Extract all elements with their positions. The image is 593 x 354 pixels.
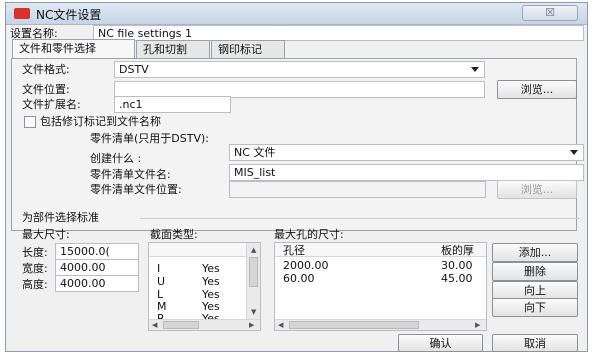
profile-type-label: 截面类型: (150, 228, 198, 241)
length-label: 长度: (22, 246, 48, 259)
part-list-location-browse-button[interactable]: 浏览... (497, 180, 577, 199)
part-list-filename-field[interactable]: MIS_list (229, 164, 584, 181)
file-location-label: 文件位置: (22, 83, 70, 96)
window-title: NC文件设置 (36, 8, 102, 22)
criteria-header: 为部件选择标准 (22, 211, 99, 224)
max-size-label: 最大尺寸: (22, 228, 70, 241)
part-list-filename-label: 零件清单文件名: (90, 168, 171, 181)
max-hole-size-label: 最大孔的尺寸: (274, 228, 344, 241)
height-label: 高度: (22, 278, 48, 291)
tab-holes-and-cuts[interactable]: 孔和切割 (136, 40, 210, 58)
chevron-down-icon (570, 150, 578, 155)
hole-horizontal-scrollbar[interactable]: ◀ ▶ (275, 319, 486, 330)
column-header-diameter: 孔径 (283, 244, 305, 257)
profile-list-header (149, 243, 246, 257)
width-label: 宽度: (22, 262, 48, 275)
create-what-value: NC 文件 (234, 146, 276, 159)
file-location-browse-button[interactable]: 浏览... (497, 80, 577, 99)
hole-table-header: 孔径 板的厚 (275, 243, 486, 257)
scroll-right-arrow-icon[interactable]: ▶ (475, 321, 480, 329)
part-list-header: 零件清单(只用于DSTV): (90, 132, 209, 145)
tab-files-and-parts[interactable]: 文件和零件选择 (12, 39, 135, 59)
create-what-label: 创建什么 : (90, 152, 142, 165)
scrollbar-thumb[interactable] (289, 321, 419, 329)
profile-type: I (157, 262, 161, 275)
hole-thickness: 45.00 (441, 272, 473, 285)
delete-hole-button[interactable]: 删除 (492, 262, 578, 281)
scroll-right-arrow-icon[interactable]: ▶ (249, 321, 254, 329)
file-format-label: 文件格式: (22, 63, 70, 76)
profile-value: Yes (202, 262, 220, 275)
include-revision-checkbox[interactable] (24, 116, 36, 128)
part-list-location-label: 零件清单文件位置: (90, 183, 182, 196)
move-down-button[interactable]: 向下 (492, 298, 578, 317)
column-header-thickness: 板的厚 (441, 244, 474, 257)
add-hole-button[interactable]: 添加... (492, 243, 578, 262)
close-button[interactable]: ☒ (522, 5, 578, 21)
settings-name-field[interactable]: NC file settings 1 (93, 25, 584, 41)
profile-horizontal-scrollbar[interactable]: ◀ ▶ (149, 319, 260, 330)
hole-thickness: 30.00 (441, 259, 473, 272)
criteria-divider (140, 218, 580, 219)
profile-value: Yes (202, 275, 220, 288)
cancel-button[interactable]: 取消 (492, 334, 578, 352)
tab-hard-stamp[interactable]: 钢印标记 (211, 40, 285, 58)
hole-diameter: 2000.00 (283, 259, 329, 272)
scroll-left-arrow-icon[interactable]: ◀ (152, 321, 157, 329)
ok-button[interactable]: 确认 (398, 334, 483, 352)
width-field[interactable]: 4000.00 (55, 259, 139, 276)
length-field[interactable]: 15000.0( (55, 243, 139, 260)
part-list-location-field[interactable] (229, 181, 486, 198)
title-bar[interactable]: NC文件设置 ☒ (6, 3, 587, 25)
scrollbar-thumb[interactable] (163, 321, 199, 329)
file-extension-field[interactable]: .nc1 (114, 96, 231, 113)
create-what-dropdown[interactable]: NC 文件 (229, 144, 584, 161)
profile-type-list[interactable]: IYes UYes LYes MYes RYes ▲ ▼ ◀ ▶ (148, 242, 261, 331)
scroll-up-arrow-icon[interactable]: ▲ (251, 246, 256, 254)
profile-vertical-scrollbar[interactable]: ▲ ▼ (246, 243, 260, 319)
include-revision-label: 包括修订标记到文件名称 (40, 115, 161, 128)
chevron-down-icon (471, 67, 479, 72)
profile-type: U (157, 275, 166, 288)
scroll-down-arrow-icon[interactable]: ▼ (251, 308, 256, 316)
file-format-dropdown[interactable]: DSTV (114, 61, 485, 78)
app-icon (14, 8, 30, 19)
height-field[interactable]: 4000.00 (55, 275, 139, 292)
hole-diameter: 60.00 (283, 272, 315, 285)
scroll-left-arrow-icon[interactable]: ◀ (278, 321, 283, 329)
scrollbar-thumb[interactable] (249, 257, 258, 287)
hole-size-table[interactable]: 孔径 板的厚 2000.00 30.00 60.00 45.00 ◀ ▶ (274, 242, 487, 331)
file-extension-label: 文件扩展名: (22, 98, 81, 111)
file-format-value: DSTV (119, 63, 149, 76)
